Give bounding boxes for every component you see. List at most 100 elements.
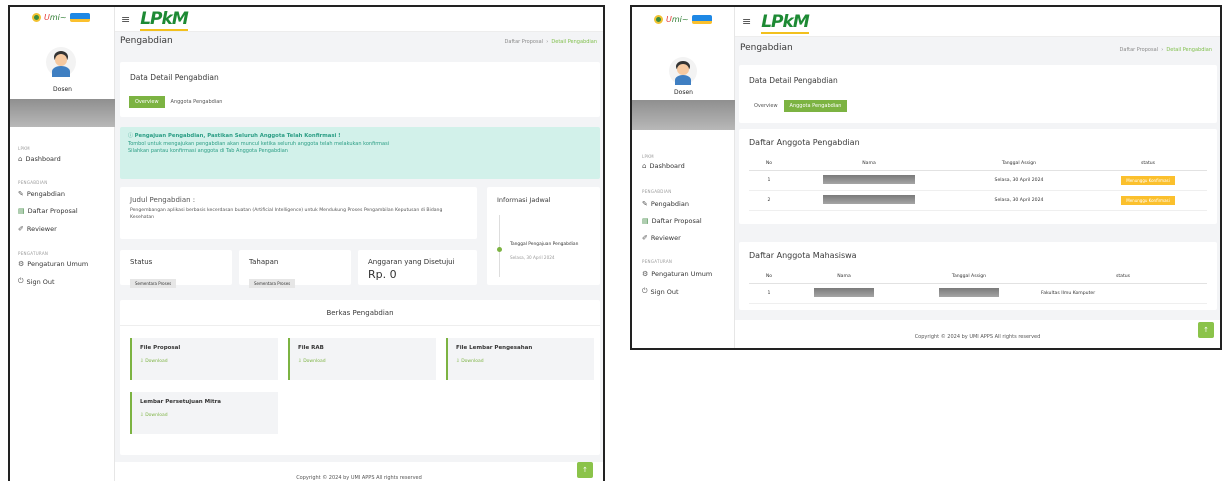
sidebar-item-pengabdian[interactable]: ✎ Pengabdian xyxy=(18,190,65,198)
scroll-top-button[interactable]: ↑ xyxy=(1198,322,1214,338)
sidebar-item-sign-out[interactable]: ⏻ Sign Out xyxy=(642,287,679,296)
section-label-pengabdian: PENGABDIAN xyxy=(18,180,48,185)
sidebar-item-daftar-proposal[interactable]: ▤ Daftar Proposal xyxy=(18,207,78,215)
screenshot-detail-overview: Umi~ Dosen LPKM ⌂ Dashboard PENGABDIAN ✎ P… xyxy=(8,5,605,481)
berkas-title: Berkas Pengabdian xyxy=(326,309,394,317)
sidebar-item-dashboard[interactable]: ⌂ Dashboard xyxy=(18,155,61,163)
breadcrumb-parent[interactable]: Daftar Proposal xyxy=(505,39,543,45)
download-link[interactable]: ⇩ Download xyxy=(456,359,586,364)
download-link[interactable]: ⇩ Download xyxy=(298,359,428,364)
sidebar-item-sign-out[interactable]: ⏻ Sign Out xyxy=(18,277,55,286)
anggota-pengabdian-title: Daftar Anggota Pengabdian xyxy=(749,138,860,147)
row-nama xyxy=(789,190,949,211)
gear-icon: ⚙ xyxy=(642,270,649,278)
row-no: 1 xyxy=(749,170,789,191)
row-nama xyxy=(789,283,899,304)
gear-icon: ⚙ xyxy=(18,260,25,268)
detail-card: Data Detail Pengabdian Overview Anggota … xyxy=(739,65,1217,123)
file-proposal-box: File Proposal ⇩ Download xyxy=(130,338,278,380)
redacted-name xyxy=(814,288,874,297)
column-header: status xyxy=(1039,270,1207,284)
sidebar: Umi~ Dosen LPKM ⌂ Dashboard PENGABDIAN ✎ P… xyxy=(10,7,115,481)
home-icon: ⌂ xyxy=(18,155,23,163)
avatar xyxy=(669,57,697,85)
column-header: Tanggal Assign xyxy=(899,270,1039,284)
detail-card: Data Detail Pengabdian Overview Anggota … xyxy=(120,62,600,117)
row-tanggal: Selasa, 30 April 2024 xyxy=(949,170,1089,191)
tab-overview[interactable]: Overview xyxy=(748,100,784,112)
arrow-up-icon: ↑ xyxy=(1203,326,1209,334)
row-status: Fakultas Ilmu Komputer xyxy=(1039,283,1207,304)
lpkm-logo[interactable]: LPkM xyxy=(140,9,189,31)
anggota-mahasiswa-card: Daftar Anggota Mahasiswa No Nama Tanggal… xyxy=(739,242,1217,310)
sidebar-item-reviewer[interactable]: ✐ Reviewer xyxy=(18,225,57,233)
reviewer-icon: ✐ xyxy=(642,234,648,242)
sidebar-item-pengaturan-umum[interactable]: ⚙ Pengaturan Umum xyxy=(18,260,88,268)
table-row: 2 Selasa, 30 April 2024 Menunggu Konfirm… xyxy=(749,190,1207,211)
alert-konfirmasi: ⓘ Pengajuan Pengabdian, Pastikan Seluruh… xyxy=(120,127,600,179)
umi-logo[interactable]: Umi~ xyxy=(654,15,712,24)
berkas-card: Berkas Pengabdian File Proposal ⇩ Downlo… xyxy=(120,300,600,455)
arrow-up-icon: ↑ xyxy=(582,466,588,474)
section-label-lpkm: LPKM xyxy=(18,146,30,151)
tab-overview[interactable]: Overview xyxy=(129,96,165,108)
download-icon: ⇩ xyxy=(140,413,144,418)
anggota-mahasiswa-table: No Nama Tanggal Assign status 1 Fakultas… xyxy=(749,270,1207,304)
breadcrumb: Daftar Proposal › Detail Pengabdian xyxy=(1119,47,1212,53)
hamburger-icon[interactable]: ≡ xyxy=(742,15,751,28)
tab-anggota-pengabdian[interactable]: Anggota Pengabdian xyxy=(165,96,229,108)
column-header: Tanggal Assign xyxy=(949,157,1089,171)
footer-text: Copyright © 2024 by UMI APPS All rights … xyxy=(914,334,1041,340)
anggaran-value: Rp. 0 xyxy=(368,268,397,281)
detail-card-title: Data Detail Pengabdian xyxy=(749,76,838,85)
sidebar-item-pengabdian[interactable]: ✎ Pengabdian xyxy=(642,200,689,208)
hamburger-icon[interactable]: ≡ xyxy=(121,13,130,26)
document-icon: ▤ xyxy=(18,207,25,215)
breadcrumb-current: Detail Pengabdian xyxy=(551,39,597,45)
umi-logo[interactable]: Umi~ xyxy=(32,13,90,22)
screenshot-anggota-tab: Umi~ Dosen LPKM ⌂ Dashboard PENGABDIAN ✎ P… xyxy=(630,5,1222,350)
timeline-event: Tanggal Pengajuan Pengabdian xyxy=(510,242,579,247)
document-icon: ▤ xyxy=(642,217,649,225)
download-link[interactable]: ⇩ Download xyxy=(140,359,270,364)
row-no: 2 xyxy=(749,190,789,211)
status-badge: Menunggu Konfirmasi xyxy=(1121,176,1175,185)
section-label-pengabdian: PENGABDIAN xyxy=(642,189,672,194)
sidebar-item-dashboard[interactable]: ⌂ Dashboard xyxy=(642,162,685,170)
tahapan-badge: Sementara Proses xyxy=(249,279,296,288)
tahapan-label: Tahapan xyxy=(249,258,279,266)
alert-heading: Pengajuan Pengabdian, Pastikan Seluruh A… xyxy=(134,133,341,139)
file-rab-box: File RAB ⇩ Download xyxy=(288,338,436,380)
sidebar-item-reviewer[interactable]: ✐ Reviewer xyxy=(642,234,681,242)
row-tanggal xyxy=(899,283,1039,304)
scroll-top-button[interactable]: ↑ xyxy=(577,462,593,478)
tahapan-card: Tahapan Sementara Proses xyxy=(239,250,351,288)
sign-out-icon: ⏻ xyxy=(18,277,24,285)
breadcrumb-parent[interactable]: Daftar Proposal xyxy=(1120,47,1158,53)
top-header: ≡ LPkM xyxy=(735,7,1220,37)
alert-line-2: Silahkan pantau konfirmasi anggota di Ta… xyxy=(128,148,288,155)
file-name: File Proposal xyxy=(140,345,181,351)
tab-anggota-pengabdian[interactable]: Anggota Pengabdian xyxy=(783,100,848,112)
column-header: No xyxy=(749,270,789,284)
sidebar-item-pengaturan-umum[interactable]: ⚙ Pengaturan Umum xyxy=(642,270,712,278)
anggota-pengabdian-table: No Nama Tanggal Assign status 1 Selasa, … xyxy=(749,157,1207,211)
download-link[interactable]: ⇩ Download xyxy=(140,413,270,418)
row-no: 1 xyxy=(749,283,789,304)
detail-tabs: Overview Anggota Pengabdian xyxy=(129,96,228,108)
umi-emblem-icon xyxy=(654,15,663,24)
section-label-lpkm: LPKM xyxy=(642,154,654,159)
row-status: Menunggu Konfirmasi xyxy=(1089,170,1207,191)
sidebar-item-daftar-proposal[interactable]: ▤ Daftar Proposal xyxy=(642,217,702,225)
sign-out-icon: ⏻ xyxy=(642,287,648,295)
download-icon: ⇩ xyxy=(456,359,460,364)
column-header: status xyxy=(1089,157,1207,171)
home-icon: ⌂ xyxy=(642,162,647,170)
user-name: Dosen xyxy=(674,89,693,96)
informasi-jadwal-card: Informasi Jadwal Tanggal Pengajuan Penga… xyxy=(487,187,600,285)
main-content: Pengabdian Daftar Proposal › Detail Peng… xyxy=(115,32,603,481)
timeline-line xyxy=(499,215,500,277)
info-icon: ⓘ xyxy=(128,133,134,139)
table-header-row: No Nama Tanggal Assign status xyxy=(749,157,1207,171)
lpkm-logo[interactable]: LPkM xyxy=(761,12,810,34)
